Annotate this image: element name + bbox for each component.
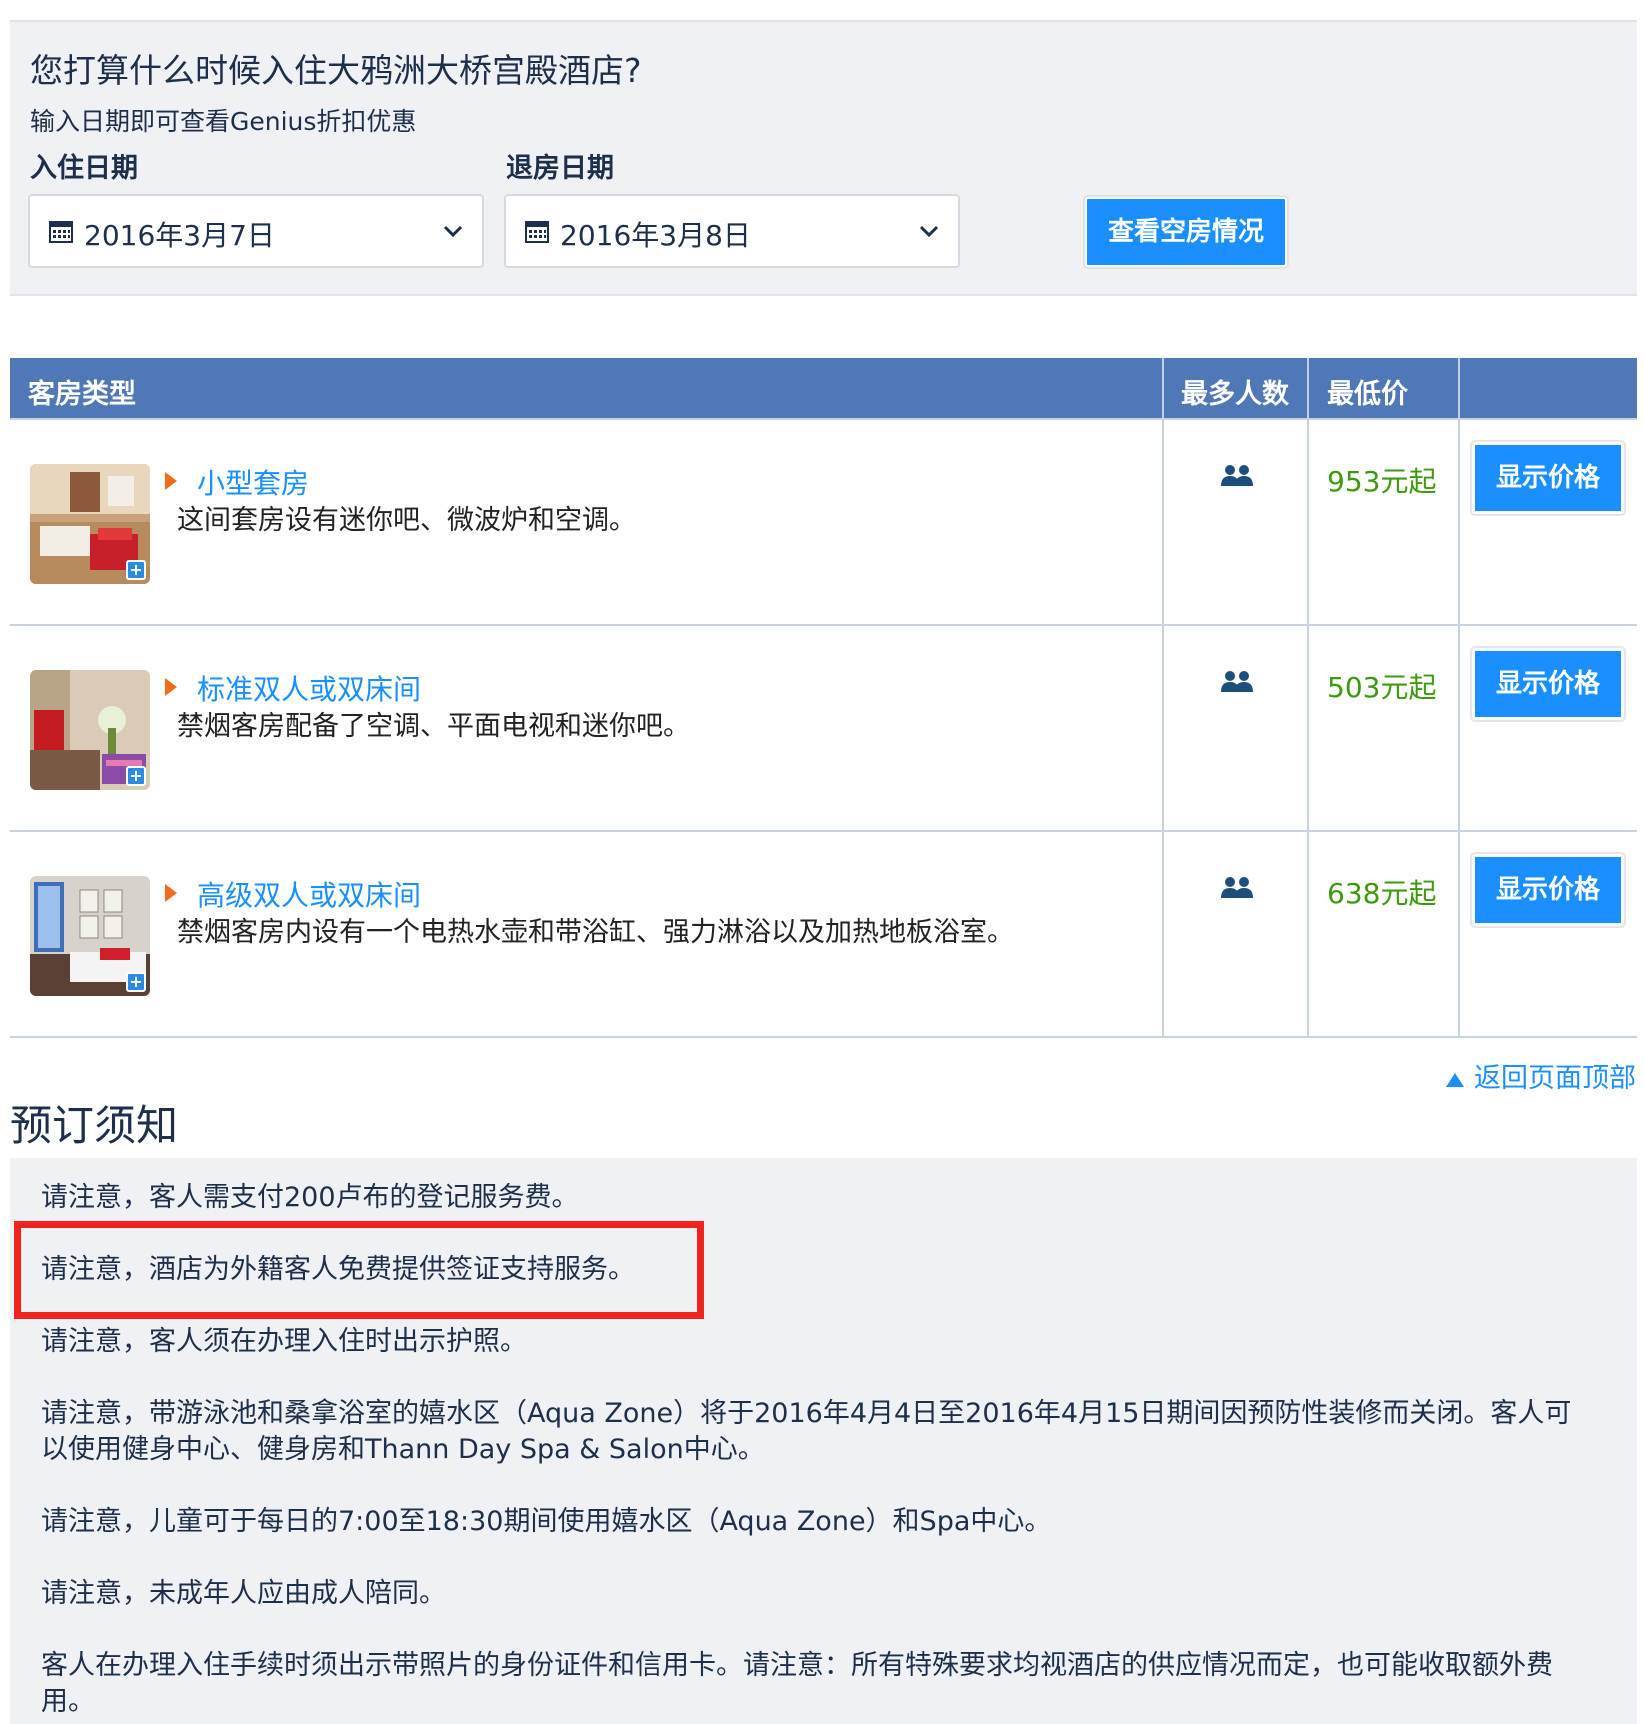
policy-note: 用。 <box>41 1686 95 1717</box>
room-price: 953元起 <box>1327 465 1437 498</box>
calendar-icon <box>525 221 549 243</box>
table-row: + 小型套房 这间套房设有迷你吧、微波炉和空调。 953元起 显示价格 <box>10 418 1637 624</box>
arrow-up-icon <box>1446 1072 1464 1087</box>
two-guests-icon <box>1221 877 1253 898</box>
room-table: 客房类型 最多人数 最低价 + 小型套房 这间套房设有迷你吧、微波炉和空调。 9… <box>10 358 1637 1038</box>
caret-right-icon <box>165 472 177 490</box>
chevron-down-icon <box>919 225 939 238</box>
two-guests-icon <box>1221 465 1253 486</box>
policy-note: 请注意，带游泳池和桑拿浴室的嬉水区（Aqua Zone）将于2016年4月4日至… <box>41 1398 1572 1429</box>
room-description: 这间套房设有迷你吧、微波炉和空调。 <box>177 505 636 536</box>
room-photo[interactable]: + <box>30 464 150 584</box>
enlarge-photo-icon: + <box>126 560 146 580</box>
room-description: 禁烟客房内设有一个电热水壶和带浴缸、强力淋浴以及加热地板浴室。 <box>177 917 1014 948</box>
policy-note: 请注意，未成年人应由成人陪同。 <box>41 1578 446 1609</box>
enlarge-photo-icon: + <box>126 766 146 786</box>
back-to-top-label: 返回页面顶部 <box>1474 1063 1636 1094</box>
room-photo[interactable]: + <box>30 876 150 996</box>
policy-note: 请注意，儿童可于每日的7:00至18:30期间使用嬉水区（Aqua Zone）和… <box>41 1506 1052 1537</box>
chevron-down-icon <box>443 225 463 238</box>
show-price-button[interactable]: 显示价格 <box>1472 648 1624 720</box>
table-header: 客房类型 最多人数 最低价 <box>10 358 1637 418</box>
room-name-link[interactable]: 小型套房 <box>197 462 309 502</box>
header-max-guests: 最多人数 <box>1181 379 1289 410</box>
policy-note: 客人在办理入住手续时须出示带照片的身份证件和信用卡。请注意：所有特殊要求均视酒店… <box>41 1650 1553 1681</box>
table-row: + 标准双人或双床间 禁烟客房配备了空调、平面电视和迷你吧。 503元起 显示价… <box>10 624 1637 830</box>
policy-note: 请注意，客人须在办理入住时出示护照。 <box>41 1326 527 1357</box>
room-description: 禁烟客房配备了空调、平面电视和迷你吧。 <box>177 711 690 742</box>
table-row: + 高级双人或双床间 禁烟客房内设有一个电热水壶和带浴缸、强力淋浴以及加热地板浴… <box>10 830 1637 1036</box>
show-price-button[interactable]: 显示价格 <box>1472 854 1624 926</box>
availability-title: 您打算什么时候入住大鸦洲大桥宫殿酒店? <box>30 51 642 90</box>
availability-subtitle: 输入日期即可查看Genius折扣优惠 <box>30 107 417 136</box>
highlight-box <box>14 1221 704 1319</box>
checkin-date-select[interactable]: 2016年3月7日 <box>28 194 484 268</box>
caret-right-icon <box>165 678 177 696</box>
enlarge-photo-icon: + <box>126 972 146 992</box>
room-name-link[interactable]: 高级双人或双床间 <box>197 874 421 914</box>
checkin-label: 入住日期 <box>30 153 138 184</box>
checkout-date-select[interactable]: 2016年3月8日 <box>504 194 960 268</box>
show-price-button[interactable]: 显示价格 <box>1472 442 1624 514</box>
checkout-date-value: 2016年3月8日 <box>560 219 751 252</box>
policy-note: 请注意，客人需支付200卢布的登记服务费。 <box>41 1182 579 1213</box>
checkout-label: 退房日期 <box>506 153 614 184</box>
check-availability-button[interactable]: 查看空房情况 <box>1085 197 1287 267</box>
caret-right-icon <box>165 884 177 902</box>
checkin-date-value: 2016年3月7日 <box>84 219 275 252</box>
back-to-top-link[interactable]: 返回页面顶部 <box>1446 1056 1636 1095</box>
two-guests-icon <box>1221 671 1253 692</box>
room-photo[interactable]: + <box>30 670 150 790</box>
room-name-link[interactable]: 标准双人或双床间 <box>197 668 421 708</box>
room-price: 638元起 <box>1327 877 1437 910</box>
room-price: 503元起 <box>1327 671 1437 704</box>
header-room-type: 客房类型 <box>28 379 136 410</box>
policy-title: 预订须知 <box>10 1101 179 1150</box>
availability-panel: 您打算什么时候入住大鸦洲大桥宫殿酒店? 输入日期即可查看Genius折扣优惠 入… <box>10 20 1637 296</box>
header-lowest-price: 最低价 <box>1327 379 1408 410</box>
policy-note: 以使用健身中心、健身房和Thann Day Spa & Salon中心。 <box>41 1434 765 1465</box>
calendar-icon <box>49 221 73 243</box>
